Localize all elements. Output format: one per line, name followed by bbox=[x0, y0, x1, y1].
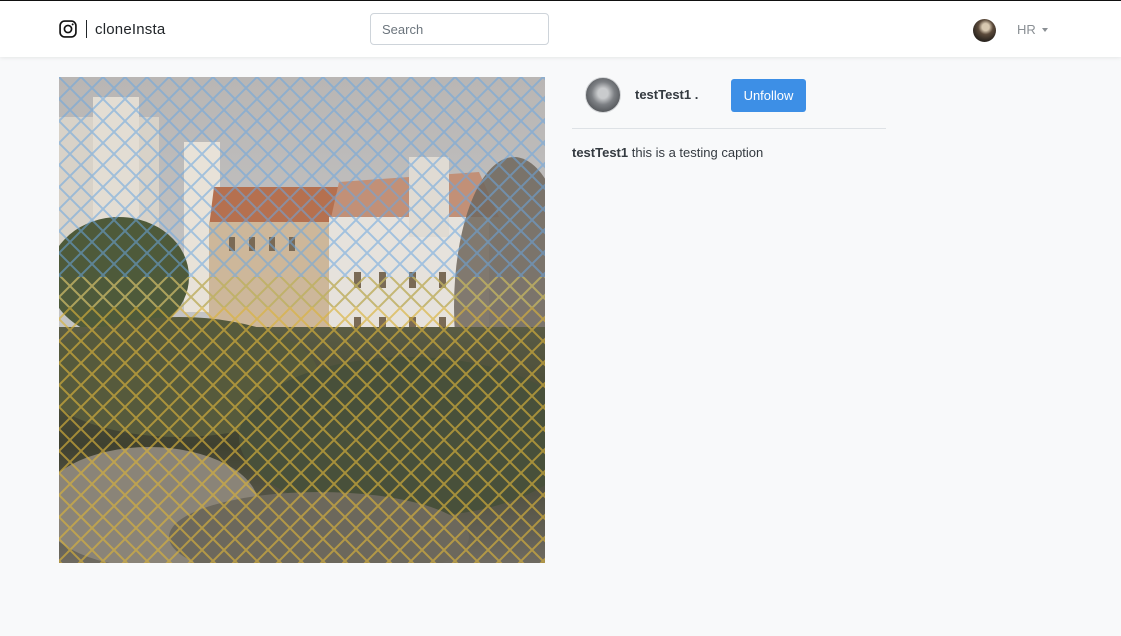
unfollow-button[interactable]: Unfollow bbox=[731, 79, 806, 112]
brand-name: cloneInsta bbox=[95, 20, 166, 38]
search-input[interactable] bbox=[370, 13, 549, 45]
author-avatar[interactable] bbox=[585, 77, 621, 113]
caret-down-icon bbox=[1041, 27, 1048, 32]
user-initials: HR bbox=[1017, 21, 1036, 37]
post-image[interactable] bbox=[59, 77, 545, 563]
caption-text: this is a testing caption bbox=[628, 145, 764, 160]
instagram-icon bbox=[59, 20, 77, 38]
caption-username[interactable]: testTest1 bbox=[572, 145, 628, 160]
brand-link[interactable]: cloneInsta bbox=[58, 18, 165, 40]
post-caption: testTest1 this is a testing caption bbox=[572, 145, 763, 160]
user-menu-dropdown[interactable]: HR bbox=[1017, 21, 1048, 37]
top-navbar: cloneInsta HR bbox=[0, 0, 1121, 57]
header-divider bbox=[572, 128, 886, 129]
author-username[interactable]: testTest1 . bbox=[635, 87, 698, 102]
brand-separator bbox=[86, 20, 87, 38]
user-avatar[interactable] bbox=[973, 19, 996, 42]
